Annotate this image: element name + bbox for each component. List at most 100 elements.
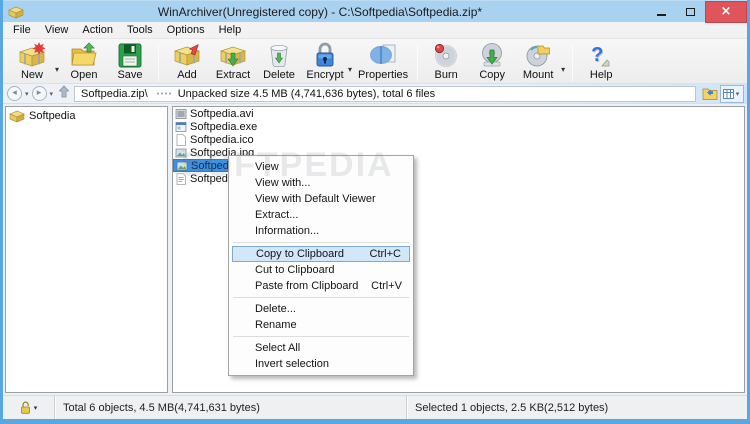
menu-help[interactable]: Help: [212, 22, 249, 38]
burn-button[interactable]: Burn: [423, 41, 469, 82]
back-arrow-icon: ◂: [12, 88, 17, 98]
winarchiver-window: WinArchiver(Unregistered copy) - C:\Soft…: [0, 0, 750, 424]
address-bar: ◂ ▾ ▸ ▾ Softpedia.zip\ Unpacked size 4.5…: [3, 84, 747, 104]
back-button[interactable]: ◂: [7, 86, 22, 101]
folders-toggle-button[interactable]: [700, 85, 720, 103]
open-archive-icon: [70, 42, 98, 68]
address-field[interactable]: Softpedia.zip\ Unpacked size 4.5 MB (4,7…: [74, 85, 696, 102]
copy-disc-icon: [479, 42, 505, 68]
shortcut-label: Ctrl+V: [371, 280, 402, 292]
menu-item-extract[interactable]: Extract...: [232, 207, 410, 223]
toolbar-separator: [158, 43, 160, 81]
menu-separator: [233, 242, 409, 243]
status-bar: ▾ Total 6 objects, 4.5 MB(4,741,631 byte…: [3, 395, 747, 419]
encrypt-button[interactable]: Encrypt: [302, 41, 348, 82]
properties-button[interactable]: Properties: [354, 41, 412, 82]
tree-item-label: Softpedia: [29, 110, 76, 122]
minimize-icon: [657, 13, 666, 16]
menu-item-information[interactable]: Information...: [232, 223, 410, 239]
archive-folder-icon: [9, 110, 25, 123]
mount-button-label: Mount: [522, 69, 554, 81]
forward-arrow-icon: ▸: [36, 88, 42, 98]
menu-options[interactable]: Options: [160, 22, 212, 38]
grip-dots-icon[interactable]: [155, 92, 172, 95]
executable-file-icon: [175, 121, 187, 132]
open-button[interactable]: Open: [61, 41, 107, 82]
icon-file-icon: [176, 133, 186, 146]
main-area: Softpedia Softpedia.avi Softpedia.exe So…: [3, 104, 747, 395]
help-icon: ?: [591, 42, 611, 68]
lock-icon: [20, 401, 30, 414]
encrypt-button-label: Encrypt: [306, 69, 344, 81]
menu-file[interactable]: File: [6, 22, 38, 38]
file-row-avi[interactable]: Softpedia.avi: [173, 107, 254, 120]
file-row-exe[interactable]: Softpedia.exe: [173, 120, 257, 133]
menu-item-cut-to-clipboard[interactable]: Cut to Clipboard: [232, 262, 410, 278]
help-button[interactable]: ? Help: [578, 41, 624, 82]
save-button[interactable]: Save: [107, 41, 153, 82]
delete-button-label: Delete: [263, 69, 295, 81]
encrypt-dropdown-caret[interactable]: ▾: [348, 65, 352, 74]
extract-button[interactable]: Extract: [210, 41, 256, 82]
archive-path[interactable]: Softpedia.zip\: [75, 88, 156, 100]
file-row-ico[interactable]: Softpedia.ico: [173, 133, 254, 146]
save-button-label: Save: [117, 69, 143, 81]
status-total: Total 6 objects, 4.5 MB(4,741,631 bytes): [55, 396, 407, 419]
view-mode-button[interactable]: ▾: [720, 84, 744, 103]
delete-icon: [267, 42, 291, 68]
up-level-button[interactable]: [58, 84, 70, 103]
encrypt-icon: [314, 42, 336, 68]
menu-item-rename[interactable]: Rename: [232, 317, 410, 333]
mount-button[interactable]: Mount: [515, 41, 561, 82]
image-file-icon: [175, 148, 187, 157]
copy-button-label: Copy: [479, 69, 506, 81]
shortcut-label: Ctrl+C: [369, 248, 401, 260]
menu-item-invert-selection[interactable]: Invert selection: [232, 356, 410, 372]
tree-item-softpedia[interactable]: Softpedia: [6, 107, 167, 123]
properties-icon: [368, 42, 398, 68]
add-files-icon: [172, 42, 202, 68]
minimize-button[interactable]: [647, 1, 676, 23]
back-history-caret[interactable]: ▾: [25, 90, 29, 98]
menu-item-delete[interactable]: Delete...: [232, 301, 410, 317]
mount-dropdown-caret[interactable]: ▾: [561, 65, 565, 74]
menu-item-view-with[interactable]: View with...: [232, 175, 410, 191]
status-selected: Selected 1 objects, 2.5 KB(2,512 bytes): [407, 396, 747, 419]
menu-action[interactable]: Action: [75, 22, 120, 38]
menu-item-view-with-default-viewer[interactable]: View with Default Viewer: [232, 191, 410, 207]
encryption-status-button[interactable]: ▾: [3, 396, 55, 419]
new-archive-icon: [17, 42, 47, 68]
menu-item-copy-to-clipboard[interactable]: Copy to Clipboard Ctrl+C: [232, 246, 410, 262]
address-bar-buttons: ▾: [700, 84, 744, 103]
burn-button-label: Burn: [434, 69, 458, 81]
maximize-button[interactable]: [676, 1, 705, 23]
view-mode-caret: ▾: [735, 89, 740, 98]
open-button-label: Open: [70, 69, 98, 81]
context-menu: View View with... View with Default View…: [228, 155, 414, 376]
close-button[interactable]: ×: [705, 0, 747, 23]
forward-button[interactable]: ▸: [31, 86, 47, 101]
menu-separator: [233, 297, 409, 298]
toolbar-separator: [417, 43, 419, 81]
extract-button-label: Extract: [215, 69, 251, 81]
new-button[interactable]: New: [9, 41, 55, 82]
forward-history-caret[interactable]: ▾: [50, 90, 54, 98]
menu-separator: [233, 336, 409, 337]
folder-tree-panel[interactable]: Softpedia: [5, 106, 168, 393]
new-dropdown-caret[interactable]: ▾: [55, 65, 59, 74]
window-controls: ×: [647, 0, 747, 23]
properties-button-label: Properties: [358, 69, 409, 81]
menu-item-select-all[interactable]: Select All: [232, 340, 410, 356]
menu-tools[interactable]: Tools: [120, 22, 160, 38]
menu-item-paste-from-clipboard[interactable]: Paste from Clipboard Ctrl+V: [232, 278, 410, 294]
maximize-icon: [686, 7, 695, 16]
add-button-label: Add: [177, 69, 197, 81]
mount-icon: [525, 42, 551, 68]
copy-button[interactable]: Copy: [469, 41, 515, 82]
menu-view[interactable]: View: [38, 22, 76, 38]
delete-button[interactable]: Delete: [256, 41, 302, 82]
extract-icon: [218, 42, 248, 68]
toolbar: New ▾ Open Save Add Extract Delete Encry…: [3, 39, 747, 84]
menu-item-view[interactable]: View: [232, 159, 410, 175]
add-button[interactable]: Add: [164, 41, 210, 82]
